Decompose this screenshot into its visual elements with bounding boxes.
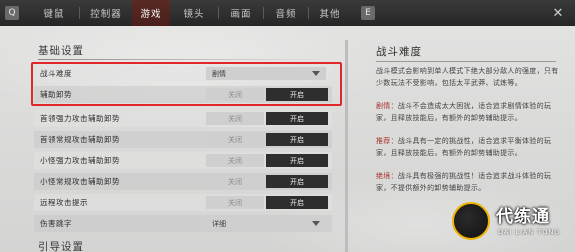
setting-row-boss-normal-assist: 首领常规攻击辅助卸势 关闭 开启 — [34, 131, 332, 148]
damage-numbers-dropdown[interactable]: 详细 — [206, 217, 326, 230]
setting-label: 首领强力攻击辅助卸势 — [40, 114, 120, 123]
dropdown-value: 详细 — [212, 219, 226, 228]
difficulty-description: 战斗具有极强的挑战性！适合追求战斗体验的玩家，不提供额外的卸势辅助提示。 — [376, 172, 552, 192]
setting-row-ranged-hint: 远程攻击提示 关闭 开启 — [34, 194, 332, 211]
top-nav-bar: Q 键鼠 控制器 游戏 镜头 画面 音频 其他 E ✕ — [0, 0, 575, 26]
tab-camera[interactable]: 镜头 — [170, 0, 218, 26]
tab-graphics[interactable]: 画面 — [219, 0, 263, 26]
toggle-off-button[interactable]: 关闭 — [206, 133, 264, 146]
info-panel-intro: 战斗模式会影响到单人模式下绝大部分敌人的强度，只有少数玩法不受影响，包括太平武莽… — [376, 67, 559, 87]
difficulty-keyword: 剧情： — [376, 102, 398, 110]
section-title-basic: 基础设置 — [38, 45, 84, 57]
setting-row-damage-numbers: 伤害跳字 详细 — [34, 215, 332, 232]
difficulty-description: 战斗不会造成太大困扰，适合追求剧情体验的玩家，且释放技能后，有额外的卸势辅助提示… — [376, 102, 552, 122]
setting-label: 小怪强力攻击辅助卸势 — [40, 156, 120, 165]
prev-tab-key-hint[interactable]: Q — [5, 6, 19, 20]
setting-label: 远程攻击提示 — [40, 198, 88, 207]
toggle-on-button[interactable]: 开启 — [266, 175, 328, 188]
section-title-guide: 引导设置 — [38, 241, 84, 252]
tab-keyboard-mouse[interactable]: 键鼠 — [29, 0, 79, 26]
watermark-logo: 代练通 DAI LIAN TONG — [448, 198, 575, 252]
setting-row-boss-strong-assist: 首领强力攻击辅助卸势 关闭 开启 — [34, 110, 332, 127]
logo-emblem-icon — [452, 202, 490, 240]
setting-label: 首领常规攻击辅助卸势 — [40, 135, 120, 144]
tab-other[interactable]: 其他 — [309, 0, 351, 26]
setting-row-minion-strong-assist: 小怪强力攻击辅助卸势 关闭 开启 — [34, 152, 332, 169]
difficulty-keyword: 推荐： — [376, 137, 398, 145]
info-panel-item-recommended: 推荐：战斗具有一定的挑战性，适合追求平衡体验的玩家，且释放技能后，有额外的卸势辅… — [376, 136, 560, 159]
section-divider — [38, 59, 328, 60]
toggle-on-button[interactable]: 开启 — [266, 112, 328, 125]
setting-row-minion-normal-assist: 小怪常规攻击辅助卸势 关闭 开启 — [34, 173, 332, 190]
watermark-name: 代练通 — [496, 207, 550, 227]
info-panel-divider — [376, 61, 556, 62]
highlight-annotation-box — [31, 62, 342, 106]
difficulty-description: 战斗具有一定的挑战性，适合追求平衡体验的玩家，且释放技能后，有额外的卸势辅助提示… — [376, 137, 552, 157]
toggle-on-button[interactable]: 开启 — [266, 133, 328, 146]
info-panel-item-story: 剧情：战斗不会造成太大困扰，适合追求剧情体验的玩家，且释放技能后，有额外的卸势辅… — [376, 101, 560, 124]
tab-audio[interactable]: 音频 — [264, 0, 308, 26]
next-tab-key-hint[interactable]: E — [361, 6, 375, 20]
tab-game[interactable]: 游戏 — [132, 0, 170, 26]
close-icon[interactable]: ✕ — [549, 4, 567, 22]
info-panel-item-extreme: 绝境：战斗具有极强的挑战性！适合追求战斗体验的玩家，不提供额外的卸势辅助提示。 — [376, 171, 560, 194]
info-panel-title: 战斗难度 — [376, 46, 422, 58]
difficulty-keyword: 绝境： — [376, 172, 398, 180]
toggle-off-button[interactable]: 关闭 — [206, 175, 264, 188]
toggle-off-button[interactable]: 关闭 — [206, 196, 264, 209]
setting-label: 伤害跳字 — [40, 219, 72, 228]
tab-controller[interactable]: 控制器 — [80, 0, 132, 26]
toggle-off-button[interactable]: 关闭 — [206, 154, 264, 167]
watermark-subtitle: DAI LIAN TONG — [498, 228, 561, 236]
toggle-on-button[interactable]: 开启 — [266, 196, 328, 209]
scrollbar[interactable] — [345, 40, 348, 252]
setting-label: 小怪常规攻击辅助卸势 — [40, 177, 120, 186]
chevron-down-icon — [312, 221, 320, 226]
toggle-off-button[interactable]: 关闭 — [206, 112, 264, 125]
toggle-on-button[interactable]: 开启 — [266, 154, 328, 167]
